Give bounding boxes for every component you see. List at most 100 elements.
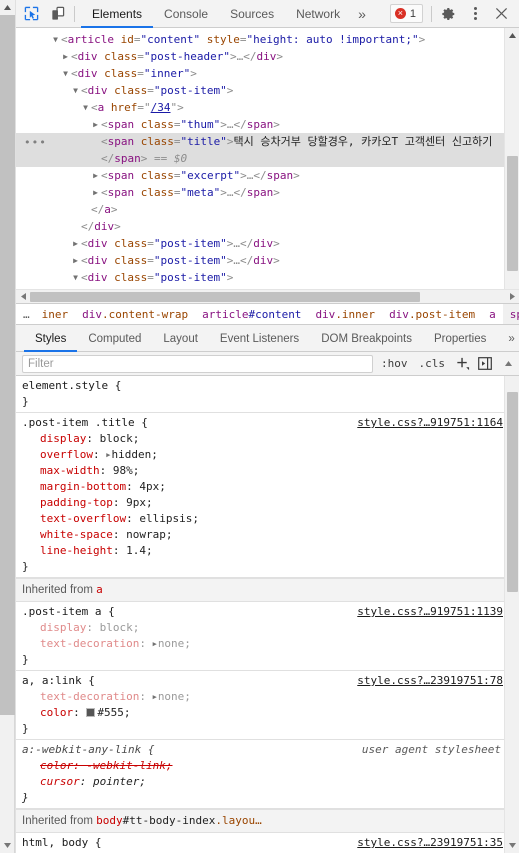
- css-selector[interactable]: element.style {: [22, 378, 121, 394]
- twisty-closed-icon[interactable]: ▶: [90, 184, 101, 201]
- breadcrumb-item-div-inner[interactable]: div .inner: [308, 304, 382, 324]
- styles-scroll-up-arrow[interactable]: [499, 355, 517, 373]
- close-icon[interactable]: [488, 1, 514, 27]
- dom-hscroll-track[interactable]: [30, 290, 505, 304]
- kebab-menu-icon[interactable]: [462, 1, 488, 27]
- css-property-value[interactable]: pointer;: [93, 775, 146, 788]
- dom-attribute-link[interactable]: /34: [151, 101, 171, 114]
- css-declaration[interactable]: padding-top: 9px;: [22, 495, 504, 511]
- css-property-value[interactable]: 4px;: [139, 480, 166, 493]
- css-declaration[interactable]: overflow: ▶hidden;: [22, 447, 504, 463]
- styles-vertical-scrollbar[interactable]: [504, 376, 519, 853]
- css-property-name[interactable]: text-decoration: [40, 637, 139, 650]
- dom-hscroll-thumb[interactable]: [30, 291, 420, 302]
- twisty-closed-icon[interactable]: ▶: [70, 252, 81, 269]
- css-property-value[interactable]: block;: [100, 621, 140, 634]
- styles-scroll-down-arrow[interactable]: [505, 838, 519, 853]
- styles-scrollbar-thumb[interactable]: [507, 392, 518, 592]
- css-declaration[interactable]: color: #555;: [22, 705, 504, 721]
- dom-tree-horizontal-scrollbar[interactable]: [16, 289, 519, 303]
- device-toolbar-icon[interactable]: [44, 1, 70, 27]
- styles-tab-computed[interactable]: Computed: [77, 325, 152, 352]
- error-count-badge[interactable]: × 1: [389, 4, 423, 23]
- css-declaration[interactable]: text-decoration: ▶none;: [22, 636, 504, 652]
- css-property-value[interactable]: block;: [100, 432, 140, 445]
- css-property-value[interactable]: ellipsis;: [139, 512, 199, 525]
- styles-more-tabs-button[interactable]: »: [497, 325, 519, 352]
- twisty-closed-icon[interactable]: ▶: [90, 167, 101, 184]
- css-declaration[interactable]: text-decoration: ▶none;: [22, 689, 504, 705]
- css-property-name[interactable]: text-overflow: [40, 512, 126, 525]
- css-property-name[interactable]: max-width: [40, 464, 100, 477]
- inherited-element-tag[interactable]: a: [96, 583, 103, 596]
- css-selector[interactable]: a:-webkit-any-link {: [22, 742, 154, 758]
- css-declaration[interactable]: display: block;: [22, 620, 504, 636]
- breadcrumb-item-div-post-item[interactable]: div .post-item: [382, 304, 482, 324]
- css-property-name[interactable]: text-decoration: [40, 690, 139, 703]
- breadcrumb-item-a[interactable]: a: [482, 304, 503, 324]
- css-property-name[interactable]: color: [40, 759, 73, 772]
- breadcrumb-item-iner[interactable]: iner: [35, 304, 76, 324]
- twisty-open-icon[interactable]: ▼: [60, 65, 71, 82]
- expand-shorthand-icon[interactable]: ▶: [153, 689, 157, 705]
- tab-elements[interactable]: Elements: [81, 0, 153, 28]
- twisty-open-icon[interactable]: ▼: [70, 82, 81, 99]
- css-property-value[interactable]: hidden;: [111, 448, 157, 461]
- css-declaration[interactable]: text-overflow: ellipsis;: [22, 511, 504, 527]
- styles-tab-layout[interactable]: Layout: [152, 325, 209, 352]
- css-property-value[interactable]: nowrap;: [126, 528, 172, 541]
- dom-node-row[interactable]: ▶ <span class="meta">…</span>: [16, 184, 504, 201]
- dom-node-row[interactable]: ▼ <div class="post-item">: [16, 82, 504, 99]
- css-property-name[interactable]: color: [40, 706, 73, 719]
- dom-node-row[interactable]: ▶ <div class="post-item">…</div>: [16, 252, 504, 269]
- breadcrumb[interactable]: … iner div .content-wrap article #content div.…: [16, 304, 519, 325]
- tab-console[interactable]: Console: [153, 0, 219, 28]
- twisty-closed-icon[interactable]: ▶: [60, 48, 71, 65]
- css-property-value[interactable]: 98%;: [113, 464, 140, 477]
- dom-tree-vertical-scrollbar[interactable]: [504, 28, 519, 303]
- css-property-name[interactable]: line-height: [40, 544, 113, 557]
- css-declaration[interactable]: max-width: 98%;: [22, 463, 504, 479]
- twisty-closed-icon[interactable]: ▶: [70, 235, 81, 252]
- twisty-open-icon[interactable]: ▼: [50, 31, 61, 48]
- twisty-open-icon[interactable]: ▼: [70, 269, 81, 286]
- css-declaration[interactable]: line-height: 1.4;: [22, 543, 504, 559]
- styles-filter-input[interactable]: [22, 354, 373, 373]
- breadcrumb-overflow-left[interactable]: …: [18, 308, 35, 321]
- page-scrollbar-up-arrow[interactable]: [0, 0, 15, 15]
- css-selector[interactable]: html, body {: [22, 835, 101, 851]
- css-property-name[interactable]: display: [40, 432, 86, 445]
- dom-node-row[interactable]: ▶ <div class="post-item">…</div>: [16, 235, 504, 252]
- expand-shorthand-icon[interactable]: ▶: [106, 447, 110, 463]
- dom-hscroll-right-arrow[interactable]: [505, 290, 519, 304]
- dom-node-row[interactable]: ▼ <a href="/34">: [16, 99, 504, 116]
- dom-node-row[interactable]: ▼ <div class="inner">: [16, 65, 504, 82]
- styles-tab-dom-breakpoints[interactable]: DOM Breakpoints: [310, 325, 423, 352]
- css-declaration[interactable]: cursor: pointer;: [22, 774, 504, 790]
- css-property-value[interactable]: #555;: [97, 706, 130, 719]
- computed-sidebar-toggle-icon[interactable]: [476, 355, 494, 373]
- css-selector[interactable]: .post-item a {: [22, 604, 115, 620]
- element-classes-button[interactable]: .cls: [416, 356, 449, 371]
- breadcrumb-item-div-content-wrap[interactable]: div .content-wrap: [75, 304, 195, 324]
- inherited-element-tag[interactable]: body: [96, 814, 123, 827]
- css-property-value[interactable]: 9px;: [126, 496, 153, 509]
- gear-icon[interactable]: [436, 1, 462, 27]
- dom-scrollbar-thumb[interactable]: [507, 156, 518, 271]
- color-swatch[interactable]: [86, 708, 96, 717]
- css-origin-link[interactable]: style.css?…919751:1139: [357, 604, 504, 620]
- css-declaration[interactable]: margin-bottom: 4px;: [22, 479, 504, 495]
- css-selector[interactable]: .post-item .title {: [22, 415, 148, 431]
- twisty-open-icon[interactable]: ▼: [80, 99, 91, 116]
- dom-hscroll-left-arrow[interactable]: [16, 290, 30, 304]
- twisty-closed-icon[interactable]: ▶: [90, 116, 101, 133]
- css-declaration[interactable]: white-space: nowrap;: [22, 527, 504, 543]
- css-property-name[interactable]: padding-top: [40, 496, 113, 509]
- breadcrumb-item-span-title[interactable]: span.title: [502, 304, 519, 324]
- css-property-value[interactable]: 1.4;: [126, 544, 153, 557]
- dom-node-row[interactable]: ▶ <div class="post-header">…</div>: [16, 48, 504, 65]
- css-property-value[interactable]: -webkit-link;: [86, 759, 172, 772]
- css-declaration[interactable]: color: -webkit-link;: [22, 758, 504, 774]
- styles-rules-list[interactable]: element.style {} .post-item .title {style…: [16, 376, 504, 853]
- css-origin-link[interactable]: style.css?…23919751:35: [357, 835, 504, 851]
